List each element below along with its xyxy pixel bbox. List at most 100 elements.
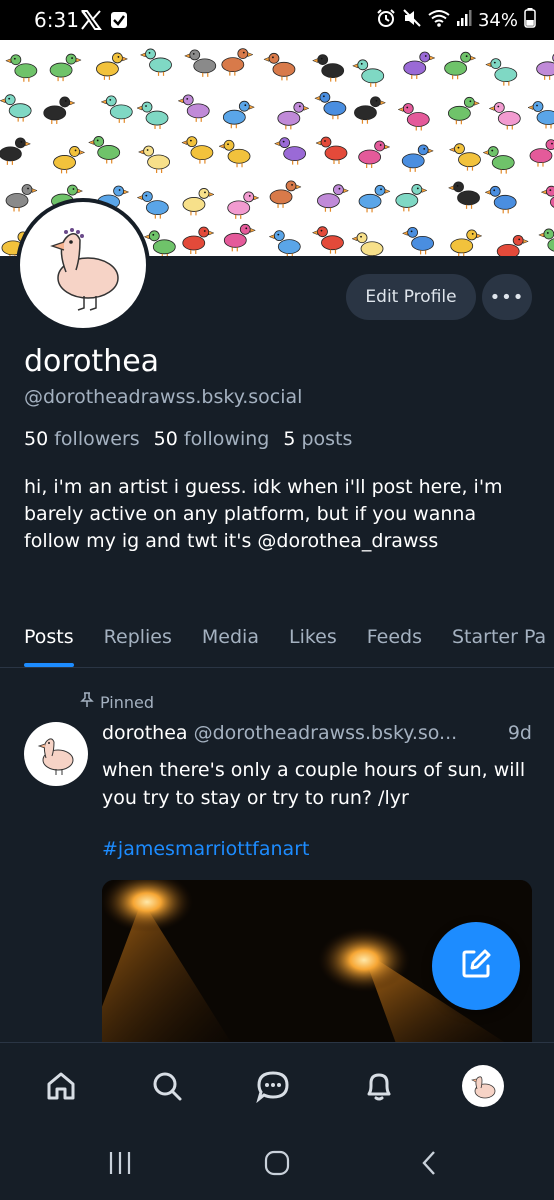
followers-label: followers — [54, 428, 140, 450]
alarm-icon — [376, 8, 396, 33]
edit-profile-button[interactable]: Edit Profile — [346, 274, 476, 320]
post-author-name[interactable]: dorothea — [102, 722, 188, 744]
following-link[interactable]: 50 following — [154, 428, 270, 450]
banner-bird — [100, 95, 133, 123]
system-navigation — [0, 1132, 554, 1200]
banner-bird — [177, 94, 210, 122]
banner-bird — [450, 229, 483, 256]
search-icon[interactable] — [144, 1063, 190, 1109]
following-label: following — [183, 428, 270, 450]
profile-stats: 50 followers 50 following 5 posts — [24, 428, 352, 450]
banner-bird — [358, 140, 391, 168]
check-icon — [110, 11, 128, 33]
post-author-handle[interactable]: @dorotheadrawss.bsky.so... — [194, 722, 458, 744]
followers-link[interactable]: 50 followers — [24, 428, 140, 450]
banner-bird — [88, 136, 121, 164]
profile-bio: hi, i'm an artist i guess. idk when i'll… — [24, 476, 503, 552]
profile-handle: @dorotheadrawss.bsky.social — [24, 386, 303, 408]
banner-bird — [263, 52, 296, 81]
home-sys-icon[interactable] — [264, 1150, 290, 1183]
banner-bird — [354, 96, 387, 124]
banner-bird — [139, 48, 172, 76]
battery-icon — [524, 8, 536, 33]
banner-bird — [529, 139, 554, 167]
following-count: 50 — [153, 428, 178, 450]
tab-replies[interactable]: Replies — [104, 612, 172, 667]
banner-bird — [181, 136, 214, 164]
banner-bird — [227, 191, 260, 219]
compose-icon — [458, 946, 494, 986]
banner-bird — [136, 101, 169, 130]
banner-bird — [352, 59, 385, 87]
banner-bird — [5, 184, 38, 212]
banner-bird — [444, 51, 477, 80]
banner-bird — [268, 230, 301, 256]
banner-bird — [312, 54, 345, 82]
banner-bird — [317, 184, 350, 212]
posts-label: posts — [301, 428, 353, 450]
banner-bird — [358, 184, 391, 213]
banner-bird — [184, 49, 217, 77]
banner-bird — [273, 137, 307, 165]
posts-count: 5 — [283, 428, 296, 450]
battery-percent: 34% — [477, 10, 518, 31]
bell-icon[interactable] — [356, 1063, 402, 1109]
banner-bird — [315, 136, 348, 165]
banner-bird — [403, 51, 436, 79]
banner-bird — [182, 226, 215, 255]
post-age: 9d — [507, 722, 532, 744]
status-time: 6:31 — [34, 8, 79, 32]
tab-feeds[interactable]: Feeds — [367, 612, 422, 667]
profile-tab-avatar[interactable] — [462, 1065, 504, 1107]
pinned-indicator: Pinned — [80, 692, 154, 712]
banner-bird — [49, 53, 82, 82]
banner-bird — [0, 137, 32, 165]
banner-bird — [351, 232, 384, 256]
banner-bird — [314, 91, 347, 120]
compose-button[interactable] — [432, 922, 520, 1010]
tab-media[interactable]: Media — [202, 612, 259, 667]
back-icon[interactable] — [420, 1150, 438, 1183]
banner-bird — [311, 226, 344, 254]
banner-bird — [223, 223, 256, 252]
banner-bird — [482, 146, 515, 174]
banner-bird — [136, 191, 169, 219]
banner-bird — [222, 100, 255, 129]
banner-bird — [53, 146, 86, 174]
tab-likes[interactable]: Likes — [289, 612, 337, 667]
banner-bird — [540, 185, 554, 208]
banner-bird — [277, 101, 310, 130]
tab-posts[interactable]: Posts — [24, 612, 74, 667]
banner-bird — [527, 101, 554, 129]
banner-bird — [488, 102, 521, 130]
post-hashtag[interactable]: #jamesmarriottfanart — [102, 838, 309, 860]
mute-icon — [402, 8, 422, 33]
followers-count: 50 — [24, 428, 49, 450]
banner-bird — [496, 234, 529, 256]
more-options-button[interactable]: ••• — [482, 274, 532, 320]
wifi-icon — [428, 9, 450, 32]
banner-bird — [448, 143, 481, 171]
chat-icon[interactable] — [250, 1063, 296, 1109]
signal-icon — [456, 9, 472, 32]
pin-icon — [80, 692, 94, 712]
posts-stat: 5 posts — [283, 428, 352, 450]
banner-bird — [401, 226, 434, 255]
banner-bird — [484, 185, 517, 214]
banner-bird — [269, 180, 302, 208]
tab-starter-packs[interactable]: Starter Pa — [452, 612, 546, 667]
banner-bird — [5, 54, 38, 82]
post-author-avatar[interactable] — [24, 722, 88, 786]
status-bar: 6:31 34% — [0, 0, 554, 40]
banner-bird — [447, 181, 480, 209]
banner-bird — [395, 184, 428, 212]
home-icon[interactable] — [38, 1063, 84, 1109]
profile-screen: Edit Profile ••• dorothea @dorotheadraws… — [0, 256, 554, 1042]
post-header: dorothea @dorotheadrawss.bsky.so... 9d — [102, 722, 542, 744]
profile-tabs: Posts Replies Media Likes Feeds Starter … — [0, 612, 554, 668]
profile-avatar[interactable] — [16, 198, 150, 332]
banner-bird — [43, 96, 76, 124]
post-text: when there's only a couple hours of sun,… — [102, 759, 526, 809]
banner-bird — [182, 188, 215, 216]
recents-icon[interactable] — [108, 1150, 132, 1183]
